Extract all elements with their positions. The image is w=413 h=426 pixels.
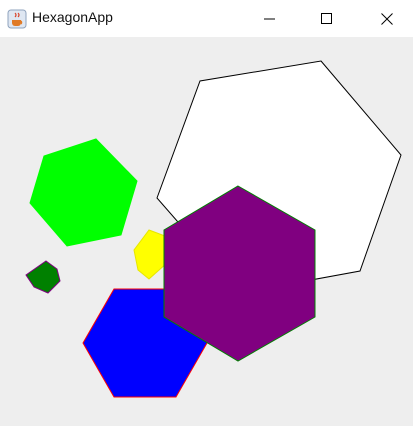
close-icon — [381, 12, 393, 25]
minimize-icon — [264, 18, 275, 19]
title-bar[interactable]: HexagonApp — [0, 0, 413, 37]
dark-green-hexagon — [25, 260, 61, 294]
maximize-button[interactable] — [305, 0, 349, 37]
java-coffee-cup-icon — [7, 9, 27, 29]
maximize-icon — [321, 12, 332, 24]
minimize-button[interactable] — [248, 0, 292, 37]
close-button[interactable] — [365, 0, 409, 37]
window-title: HexagonApp — [32, 9, 113, 25]
hexagon-app-window: HexagonApp — [0, 0, 413, 426]
green-hexagon — [29, 138, 138, 247]
drawing-canvas[interactable] — [0, 37, 413, 426]
yellow-hexagon — [133, 229, 169, 280]
